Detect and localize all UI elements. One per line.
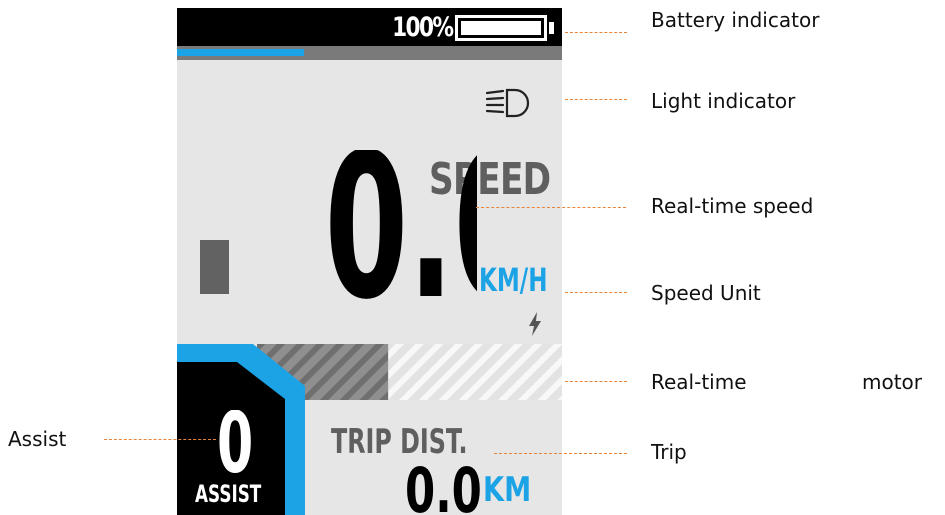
trip-label: TRIP DIST. [331, 422, 468, 462]
callout-assist: Assist [8, 427, 67, 451]
trip-digits: 0.0 [405, 464, 481, 514]
callout-unit: Speed Unit [651, 281, 761, 305]
leader-motor [565, 381, 627, 382]
battery-percent: 100% [391, 12, 454, 43]
assist-label: ASSIST [195, 480, 262, 508]
callout-trip: Trip [651, 440, 687, 464]
headlight-icon [485, 88, 530, 118]
leader-light [565, 99, 627, 100]
power-level-block [200, 240, 229, 294]
battery-icon [455, 15, 547, 41]
speed-unit: KM/H [479, 261, 548, 299]
leader-battery [565, 32, 627, 33]
top-progress-fill [177, 49, 305, 56]
lightning-bolt-icon [529, 312, 541, 336]
assist-value: 0 [217, 410, 253, 476]
trip-unit: KM [483, 470, 532, 510]
callout-speed: Real-time speed [651, 194, 814, 218]
leader-assist [104, 439, 216, 440]
status-bar: 100% [177, 8, 562, 46]
leader-unit [565, 292, 627, 293]
callout-motor-word1: Real-time [651, 370, 747, 394]
speed-digits: 0.0 [327, 150, 477, 300]
ebike-display: 100% SPEED 0.0 KM/H [177, 8, 562, 515]
assist-digit: 0 [217, 410, 253, 476]
callout-motor-word2: motor [862, 370, 923, 394]
leader-trip [494, 453, 627, 454]
top-progress-bar [177, 46, 562, 60]
callout-light: Light indicator [651, 89, 796, 113]
trip-value: 0.0 [405, 464, 481, 514]
speed-value: 0.0 [327, 150, 477, 300]
leader-speed [476, 207, 626, 208]
callout-battery: Battery indicator [651, 8, 820, 32]
battery-tip [549, 22, 554, 34]
battery-fill [461, 21, 541, 35]
